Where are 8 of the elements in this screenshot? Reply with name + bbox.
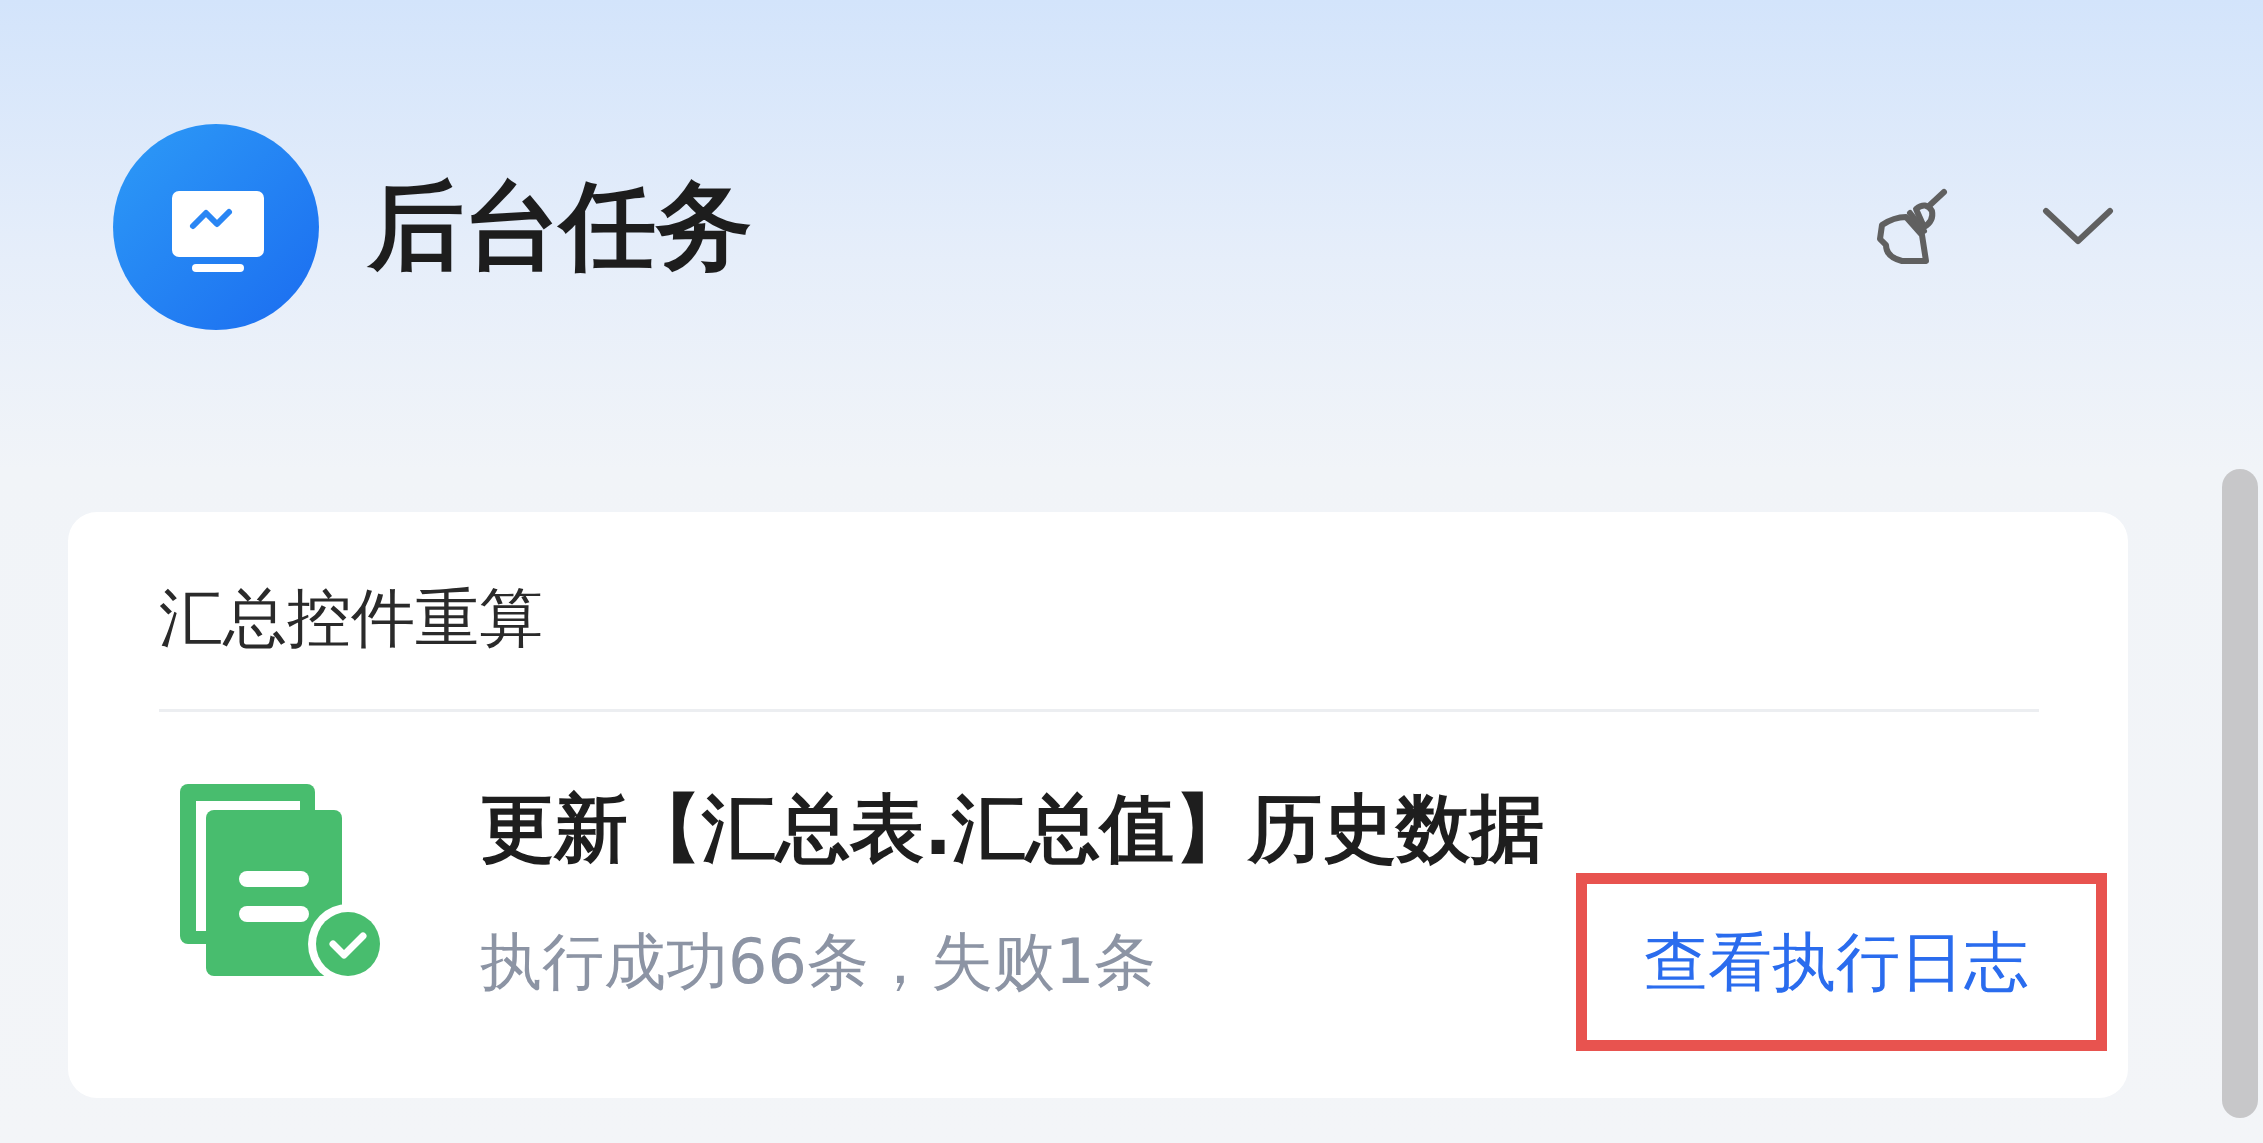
task-summary: 执行成功66条，失败1条 bbox=[480, 924, 1157, 1000]
scrollbar-thumb[interactable] bbox=[2222, 469, 2258, 1118]
chevron-down-icon[interactable] bbox=[2042, 207, 2114, 247]
panel-title: 后台任务 bbox=[368, 169, 752, 285]
view-log-link[interactable]: 查看执行日志 bbox=[1644, 923, 2028, 1001]
task-title: 更新【汇总表.汇总值】历史数据 bbox=[480, 783, 1546, 873]
card-title: 汇总控件重算 bbox=[159, 580, 544, 657]
monitor-logo-icon bbox=[113, 124, 319, 330]
